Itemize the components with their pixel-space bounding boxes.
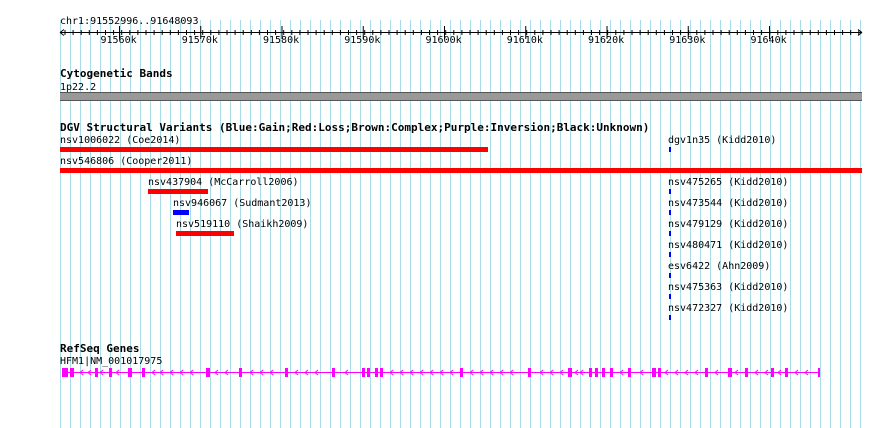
gene-exon — [568, 368, 572, 377]
gene-exon — [745, 368, 748, 377]
variant-label[interactable]: esv6422 (Ahn2009) — [668, 261, 770, 272]
variant-label[interactable]: nsv479129 (Kidd2010) — [668, 219, 788, 230]
gene-exon — [652, 368, 656, 377]
gene-model[interactable] — [0, 363, 890, 383]
variant-label[interactable]: nsv473544 (Kidd2010) — [668, 198, 788, 209]
gene-exon — [818, 368, 820, 377]
variant-bar[interactable] — [60, 168, 862, 173]
gene-exon — [206, 368, 210, 377]
ruler-tick-label: 91610k — [506, 35, 543, 46]
gene-exon — [332, 368, 335, 377]
genome-browser-panel: chr1:91552996..91648093 91560k 91570k 9158… — [0, 0, 890, 428]
gene-exon — [362, 368, 365, 377]
gene-exon — [705, 368, 708, 377]
gene-exon — [142, 368, 145, 377]
gene-exon — [785, 368, 788, 377]
gene-exon — [109, 368, 112, 377]
variant-label[interactable]: nsv946067 (Sudmant2013) — [173, 198, 311, 209]
variant-bar[interactable] — [669, 273, 671, 278]
variant-label[interactable]: nsv475265 (Kidd2010) — [668, 177, 788, 188]
ruler-tick-label: 91620k — [588, 35, 625, 46]
variant-label[interactable]: nsv546806 (Cooper2011) — [60, 156, 192, 167]
variant-label[interactable]: nsv519110 (Shaikh2009) — [176, 219, 308, 230]
gene-exon — [375, 368, 378, 377]
gene-exon — [367, 368, 370, 377]
gene-exon — [589, 368, 592, 377]
gene-exon — [128, 368, 132, 377]
gene-exon — [62, 368, 68, 377]
variant-bar[interactable] — [176, 231, 234, 236]
variant-bar[interactable] — [669, 315, 671, 320]
ruler-tick-label: 91560k — [100, 35, 137, 46]
ruler-tick-label: 91600k — [425, 35, 462, 46]
variant-bar[interactable] — [173, 210, 189, 215]
cytoband-bar[interactable] — [60, 92, 862, 101]
ruler-tick-label: 91630k — [669, 35, 706, 46]
variant-label[interactable]: nsv1006022 (Coe2014) — [60, 135, 180, 146]
ruler-tick-label: 91640k — [750, 35, 787, 46]
gene-exon — [728, 368, 732, 377]
variant-bar[interactable] — [669, 231, 671, 236]
gene-exon — [239, 368, 242, 377]
gene-exon — [285, 368, 288, 377]
variant-bar[interactable] — [669, 294, 671, 299]
gene-exon — [380, 368, 383, 377]
variant-bar[interactable] — [148, 189, 208, 194]
variant-label[interactable]: nsv480471 (Kidd2010) — [668, 240, 788, 251]
gene-exon — [658, 368, 661, 377]
ruler-tick-label: 91570k — [181, 35, 218, 46]
gene-exon — [628, 368, 631, 377]
ruler-tick-label: 91590k — [344, 35, 381, 46]
gene-exon — [70, 368, 74, 377]
cytoband-track-title: Cytogenetic Bands — [60, 67, 173, 80]
gene-exon — [602, 368, 605, 377]
gene-exon — [95, 368, 98, 377]
variant-bar[interactable] — [669, 252, 671, 257]
gene-exon — [595, 368, 598, 377]
refseq-track-title: RefSeq Genes — [60, 342, 140, 355]
gene-exon — [528, 368, 531, 377]
variant-label[interactable]: nsv437904 (McCarroll2006) — [148, 177, 299, 188]
ruler-tick-label: 91580k — [263, 35, 300, 46]
gene-exon — [771, 368, 774, 377]
variant-bar[interactable] — [669, 147, 671, 152]
variant-label[interactable]: nsv472327 (Kidd2010) — [668, 303, 788, 314]
variant-bar[interactable] — [60, 147, 488, 152]
variant-bar[interactable] — [669, 189, 671, 194]
variant-bar[interactable] — [669, 210, 671, 215]
dgv-track-title: DGV Structural Variants (Blue:Gain;Red:L… — [60, 121, 650, 134]
variant-label[interactable]: nsv475363 (Kidd2010) — [668, 282, 788, 293]
variant-label[interactable]: dgv1n35 (Kidd2010) — [668, 135, 776, 146]
gene-exon — [610, 368, 613, 377]
gene-exon — [460, 368, 463, 377]
